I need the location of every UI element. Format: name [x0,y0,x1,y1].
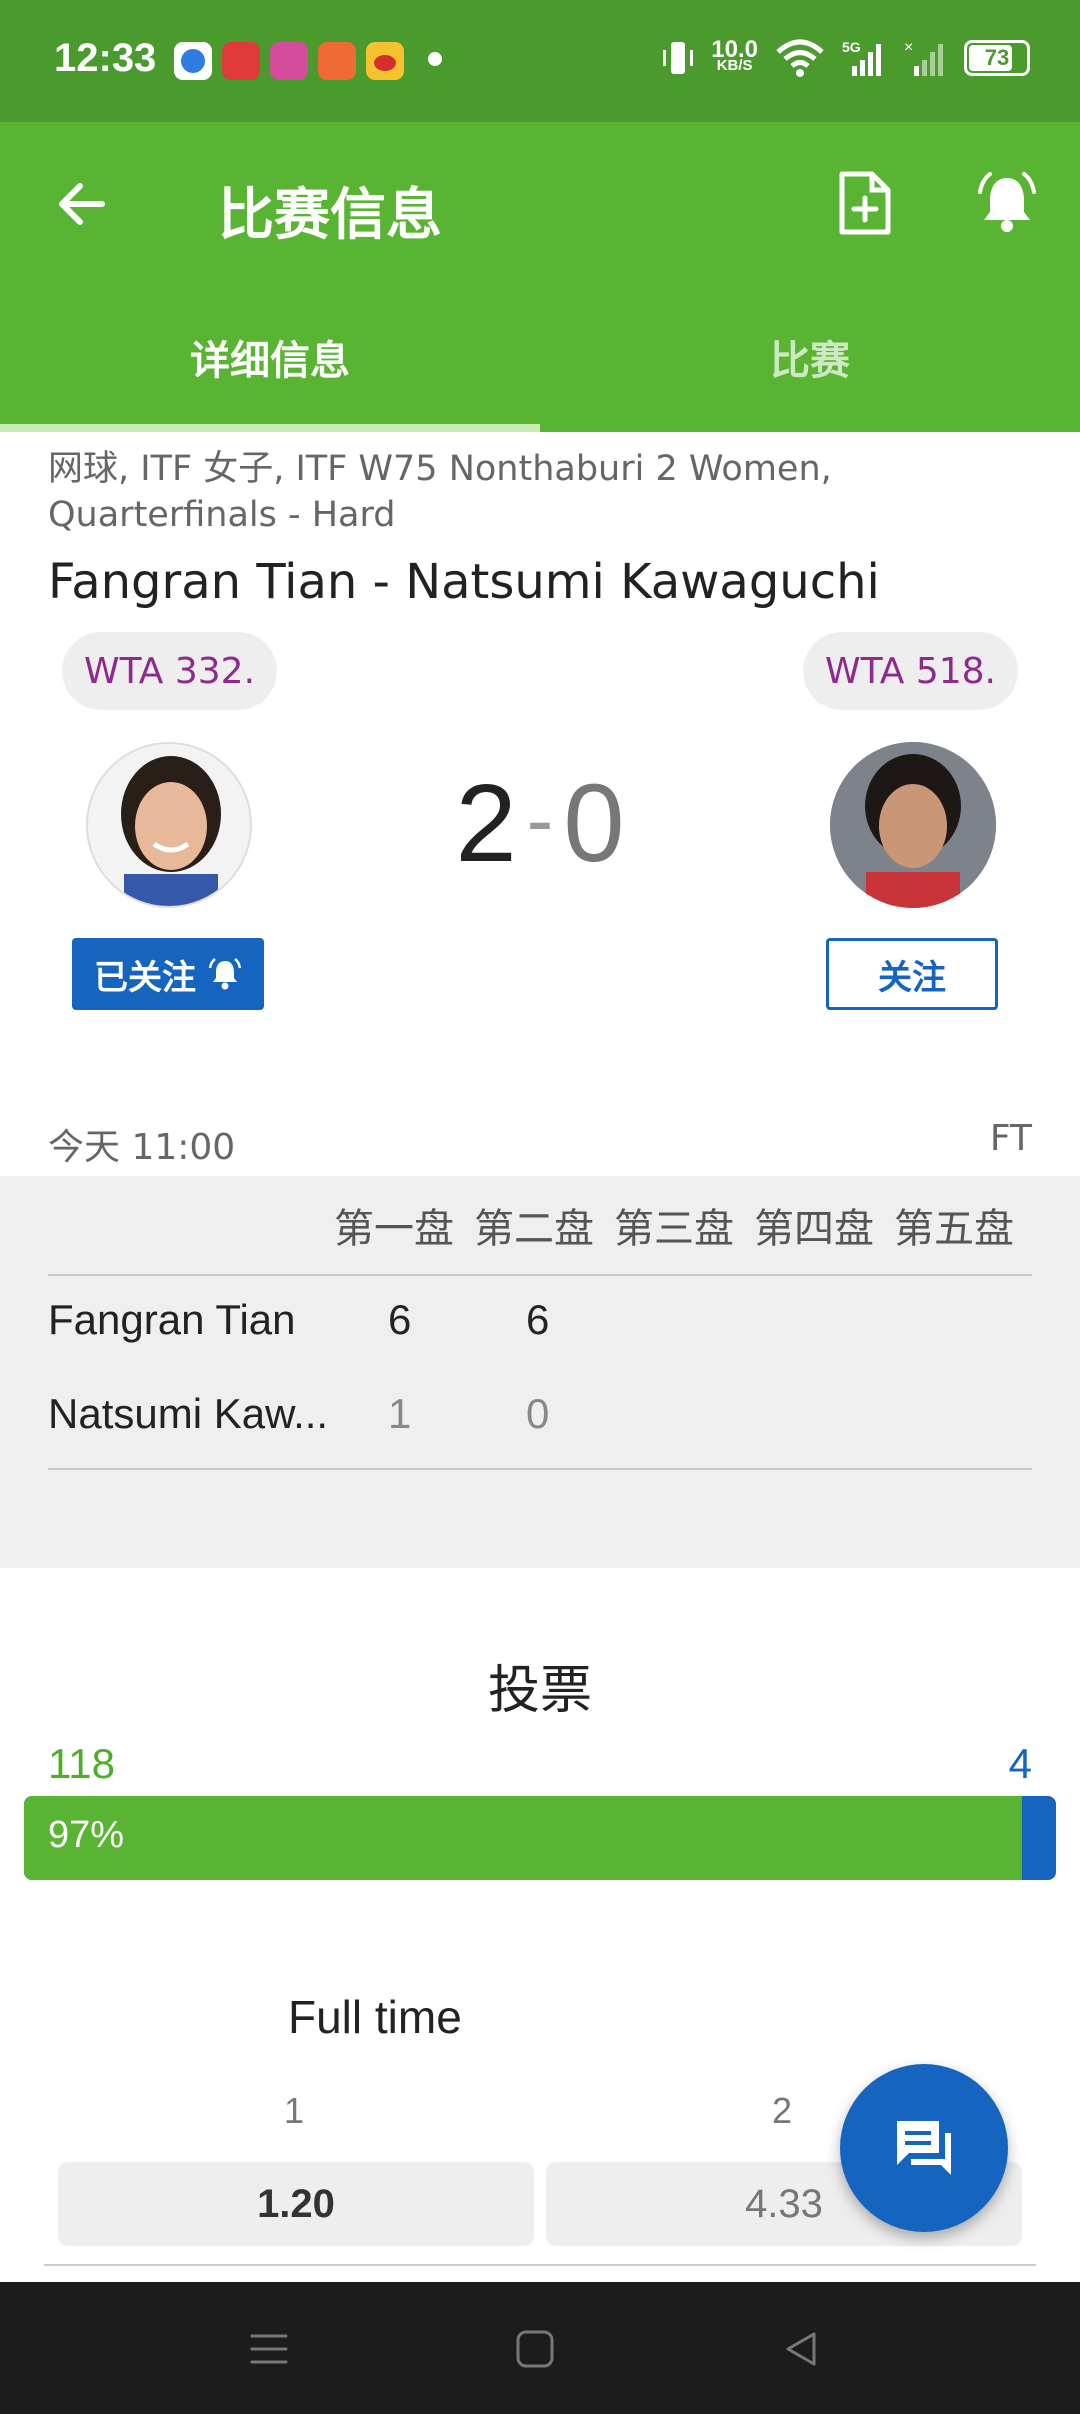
home-vote-percent: 97% [48,1814,125,1856]
weibo-app-icon [366,42,404,80]
odds-divider [44,2264,1036,2266]
svg-text:×: × [904,39,913,56]
notification-icons [174,42,404,80]
home-vote-count: 118 [48,1740,115,1787]
home-player-name: Fangran Tian [48,1296,296,1343]
signal-5g-icon: 5G [842,39,881,76]
chat-icon [897,2121,951,2175]
chat-fab-button[interactable] [840,2064,1008,2232]
set-header-5: 第五盘 [894,1206,1014,1252]
vote-bar[interactable]: 97% [24,1796,1056,1880]
tab-details[interactable]: 详细信息 [0,282,540,432]
battery-icon: 73 [964,40,1030,76]
home-following-label: 已关注 [94,957,196,998]
vote-title: 投票 [487,1661,592,1721]
match-status: FT [989,1118,1032,1159]
status-time: 12:33 [54,36,157,80]
odds-label-home: 1 [284,2090,305,2131]
away-player-avatar[interactable] [830,742,996,908]
vibrate-icon [663,42,694,74]
home-set-1-score: 6 [388,1296,412,1343]
table-divider [48,1468,1032,1470]
match-title: Fangran Tian - Natsumi Kawaguchi [48,554,880,610]
home-following-button[interactable]: 已关注 [72,938,264,1010]
status-bar: 12:33 10.0 KB/S 5G × 73 [0,0,1080,122]
news-app-icon [222,42,260,80]
table-divider [48,1274,1032,1276]
network-speed: 10.0 KB/S [711,36,758,74]
home-player-avatar[interactable] [86,742,252,908]
back-arrow-icon[interactable] [52,174,112,234]
active-tab-indicator [0,424,540,432]
set-header-4: 第四盘 [754,1206,874,1252]
away-score: 0 [563,762,625,885]
set-header-2: 第二盘 [474,1206,594,1252]
away-follow-button[interactable]: 关注 [826,938,998,1010]
odds-home-button[interactable]: 1.20 [58,2162,534,2246]
app-bar: 比赛信息 [0,122,1080,282]
svg-text:5G: 5G [842,39,861,55]
competition-breadcrumb: 网球, ITF 女子, ITF W75 Nonthaburi 2 Women, … [48,449,832,535]
net-speed-value: 10.0 [711,36,758,63]
match-time-row: 今天 11:00 FT [48,1118,1032,1170]
score-separator: - [526,775,554,864]
mail-app-icon [318,42,356,80]
odds-title: Full time [288,1991,462,2043]
reading-app-icon [270,42,308,80]
wifi-icon [776,39,824,77]
set-header-1: 第一盘 [334,1206,454,1252]
system-nav-bar [0,2282,1080,2414]
away-player-name: Natsumi Kaw... [48,1390,329,1437]
browser-app-icon [174,42,212,80]
away-set-2-score: 0 [526,1390,550,1437]
add-document-icon[interactable] [834,170,894,236]
home-icon[interactable] [512,2326,558,2372]
set-score-table: 第一盘 第二盘 第三盘 第四盘 第五盘 Fangran Tian 6 6 Nat… [0,1176,1080,1568]
back-triangle-icon[interactable] [778,2326,824,2372]
tab-match[interactable]: 比赛 [540,282,1080,432]
away-vote-count: 4 [1008,1740,1032,1787]
menu-icon[interactable] [246,2326,292,2372]
tab-bar: 详细信息 比赛 [0,282,1080,432]
more-notifications-dot [428,52,442,66]
home-score: 2 [455,762,517,885]
away-set-1-score: 1 [388,1390,412,1437]
home-set-2-score: 6 [526,1296,550,1343]
match-start-time: 今天 11:00 [48,1127,236,1168]
match-score: 2 -0 [430,760,650,887]
home-vote-fill [24,1796,1022,1880]
battery-level: 73 [984,45,1010,70]
home-rank-badge: WTA 332. [62,632,278,710]
bell-icon[interactable] [976,170,1038,236]
odds-label-away: 2 [772,2090,793,2131]
net-speed-unit: KB/S [716,57,753,74]
set-header-3: 第三盘 [614,1206,734,1252]
signal-weak-icon: × [904,39,943,76]
away-rank-badge: WTA 518. [802,632,1018,710]
page-title: 比赛信息 [218,183,442,248]
bell-ringing-icon [208,958,242,990]
